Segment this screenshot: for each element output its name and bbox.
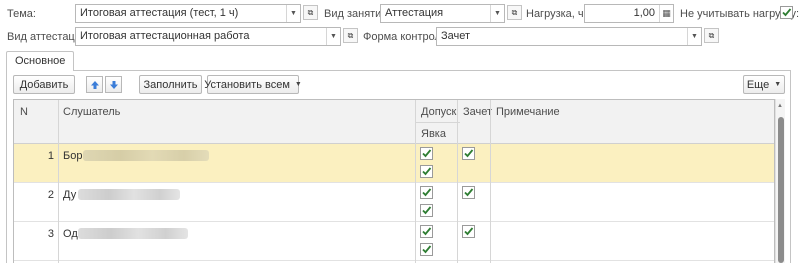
set-all-button[interactable]: Установить всем ▼ <box>204 75 302 94</box>
topic-field[interactable]: Итоговая аттестация (тест, 1 ч) ▼ <box>75 4 301 23</box>
listener-name: Од <box>63 228 78 240</box>
control-form-field[interactable]: Зачет ▼ <box>436 27 702 46</box>
table-header: N Слушатель Допуск Явка Зачет Примечание <box>14 100 774 144</box>
checkmark-icon <box>464 227 474 236</box>
checkmark-icon <box>422 206 432 215</box>
topic-label: Тема: <box>7 8 36 20</box>
ignore-load-checkbox[interactable] <box>780 6 793 19</box>
redacted-name <box>83 150 209 161</box>
set-all-label: Установить всем <box>204 78 290 91</box>
add-button[interactable]: Добавить <box>13 75 75 94</box>
table-row[interactable]: 1 Бор <box>14 144 774 183</box>
fill-button[interactable]: Заполнить <box>139 75 202 94</box>
row-number: 2 <box>47 189 54 201</box>
checkmark-icon <box>782 8 792 17</box>
chevron-down-icon: ▼ <box>294 81 302 88</box>
arrow-down-icon <box>109 80 118 89</box>
tab-main[interactable]: Основное <box>6 51 75 71</box>
table-row[interactable]: 2 Ду <box>14 183 774 222</box>
admission-checkbox[interactable] <box>420 225 433 238</box>
more-label: Еще <box>746 78 770 91</box>
column-header-admission[interactable]: Допуск <box>421 105 456 119</box>
checkmark-icon <box>422 227 432 236</box>
column-header-note[interactable]: Примечание <box>496 105 560 119</box>
admission-checkbox[interactable] <box>420 186 433 199</box>
load-label: Нагрузка, ч.: <box>526 8 590 20</box>
chevron-down-icon[interactable]: ▼ <box>490 5 504 22</box>
move-down-button[interactable] <box>105 76 122 93</box>
credit-checkbox[interactable] <box>462 147 475 160</box>
scrollbar-thumb[interactable] <box>778 117 784 263</box>
listener-name: Бор <box>63 150 83 162</box>
checkmark-icon <box>464 188 474 197</box>
checkmark-icon <box>422 149 432 158</box>
chevron-down-icon[interactable]: ▼ <box>687 28 701 45</box>
lesson-type-value: Аттестация <box>385 7 444 19</box>
checkmark-icon <box>464 149 474 158</box>
attestation-type-value: Итоговая аттестационная работа <box>80 30 250 42</box>
column-divider <box>58 100 59 263</box>
attestation-type-field[interactable]: Итоговая аттестационная работа ▼ <box>75 27 341 46</box>
column-header-attendance[interactable]: Явка <box>421 127 446 141</box>
header-subdivider <box>416 122 460 123</box>
attendance-checkbox[interactable] <box>420 165 433 178</box>
load-value: 1,00 <box>633 7 655 19</box>
table-scrollbar[interactable]: ▲ <box>775 99 785 263</box>
open-form-icon[interactable]: ⧉ <box>343 28 358 43</box>
column-header-listener[interactable]: Слушатель <box>63 105 120 119</box>
column-header-n[interactable]: N <box>20 105 28 119</box>
checkmark-icon <box>422 245 432 254</box>
attendance-checkbox[interactable] <box>420 243 433 256</box>
lesson-type-field[interactable]: Аттестация ▼ <box>380 4 505 23</box>
chevron-down-icon: ▼ <box>774 81 782 88</box>
chevron-down-icon[interactable]: ▼ <box>326 28 340 45</box>
move-up-button[interactable] <box>86 76 103 93</box>
row-number: 3 <box>47 228 54 240</box>
column-divider <box>457 100 458 263</box>
checkmark-icon <box>422 167 432 176</box>
redacted-name <box>78 228 188 239</box>
attendance-checkbox[interactable] <box>420 204 433 217</box>
column-header-credit[interactable]: Зачет <box>463 105 492 119</box>
chevron-up-icon[interactable]: ▲ <box>777 103 783 109</box>
listener-name: Ду <box>63 189 77 201</box>
credit-checkbox[interactable] <box>462 186 475 199</box>
checkmark-icon <box>422 188 432 197</box>
row-number: 1 <box>47 150 54 162</box>
admission-checkbox[interactable] <box>420 147 433 160</box>
load-field[interactable]: 1,00 ▦ <box>584 4 674 23</box>
chevron-down-icon[interactable]: ▼ <box>286 5 300 22</box>
topic-value: Итоговая аттестация (тест, 1 ч) <box>80 7 239 19</box>
tab-divider <box>6 70 791 71</box>
open-form-icon[interactable]: ⧉ <box>303 5 318 20</box>
redacted-name <box>78 189 180 200</box>
credit-checkbox[interactable] <box>462 225 475 238</box>
column-divider <box>490 100 491 263</box>
arrow-up-icon <box>90 80 99 89</box>
column-divider <box>415 100 416 263</box>
control-form-value: Зачет <box>441 30 471 42</box>
listeners-table[interactable]: N Слушатель Допуск Явка Зачет Примечание… <box>13 99 775 263</box>
table-row[interactable]: 3 Од <box>14 222 774 261</box>
more-button[interactable]: Еще ▼ <box>743 75 785 94</box>
open-form-icon[interactable]: ⧉ <box>704 28 719 43</box>
calculator-icon[interactable]: ▦ <box>659 5 673 22</box>
open-form-icon[interactable]: ⧉ <box>507 5 522 20</box>
